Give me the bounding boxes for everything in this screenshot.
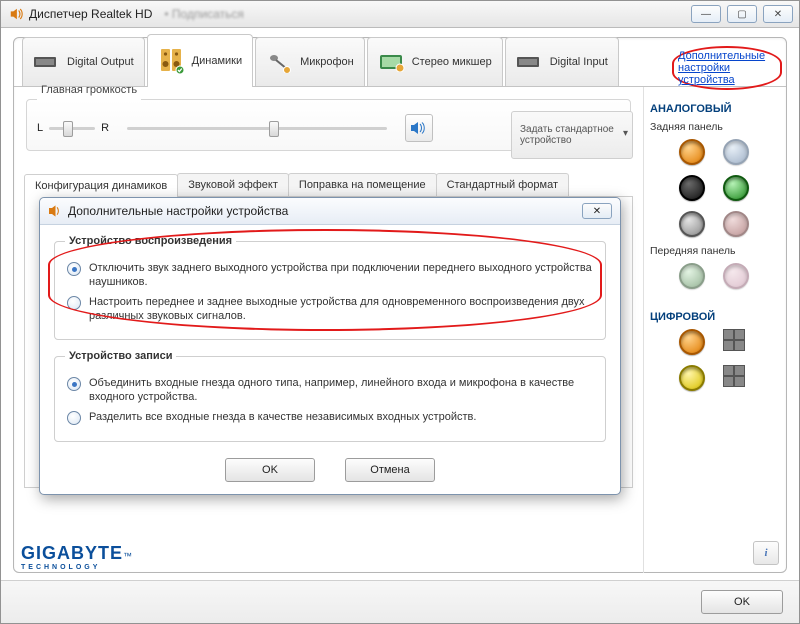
device-tabstrip: Digital Output Динамики Микрофон Стерео …: [14, 38, 786, 87]
subtab-room[interactable]: Поправка на помещение: [288, 173, 437, 196]
tab-digital-input[interactable]: Digital Input: [505, 37, 619, 86]
recording-option-tie[interactable]: Объединить входные гнезда одного типа, н…: [67, 376, 593, 404]
close-button[interactable]: ✕: [763, 5, 793, 23]
recording-group: Устройство записи Объединить входные гне…: [54, 350, 606, 442]
tab-label: Динамики: [192, 55, 242, 67]
speaker-subtabs: Конфигурация динамиков Звуковой эффект П…: [24, 173, 633, 197]
balance-control[interactable]: L R: [37, 121, 109, 135]
info-button[interactable]: i: [753, 541, 779, 565]
side-panel: АНАЛОГОВЫЙ Задняя панель Передняя панель…: [643, 87, 786, 573]
microphone-icon: [266, 51, 294, 73]
digital-header: ЦИФРОВОЙ: [650, 311, 780, 323]
front-panel-label: Передняя панель: [650, 245, 780, 257]
red-circle-annotation: Дополнительные настройки устройства: [672, 46, 782, 90]
recording-legend: Устройство записи: [65, 350, 176, 362]
jack-gray[interactable]: [679, 211, 705, 237]
mixer-icon: [378, 51, 406, 73]
option-label: Разделить все входные гнезда в качестве …: [89, 410, 476, 424]
app-window: Диспетчер Realtek HD • Подписаться — ▢ ✕…: [0, 0, 800, 624]
right-label: R: [101, 122, 109, 134]
tab-stereo-mix[interactable]: Стерео микшер: [367, 37, 503, 86]
subtab-effect[interactable]: Звуковой эффект: [177, 173, 289, 196]
tab-microphone[interactable]: Микрофон: [255, 37, 365, 86]
tab-label: Стерео микшер: [412, 56, 492, 68]
maximize-button[interactable]: ▢: [727, 5, 757, 23]
balance-slider[interactable]: [49, 121, 95, 135]
minimize-button[interactable]: —: [691, 5, 721, 23]
playback-group: Устройство воспроизведения Отключить зву…: [54, 235, 606, 340]
jack-optical-in[interactable]: [723, 365, 745, 387]
tab-digital-output[interactable]: Digital Output: [22, 37, 145, 86]
dialog-titlebar: Дополнительные настройки устройства ✕: [40, 198, 620, 225]
jack-spdif-in[interactable]: [679, 365, 705, 391]
brand-logo: GIGABYTE™ TECHNOLOGY: [21, 543, 133, 571]
titlebar: Диспетчер Realtek HD • Подписаться — ▢ ✕: [1, 1, 799, 28]
dialog-close-button[interactable]: ✕: [582, 203, 612, 219]
speaker-icon: [48, 204, 62, 218]
left-label: L: [37, 122, 43, 134]
radio-icon: [67, 377, 81, 391]
jack-red[interactable]: [723, 211, 749, 237]
device-icon: [33, 51, 61, 73]
jack-green[interactable]: [723, 175, 749, 201]
radio-icon: [67, 411, 81, 425]
jack-orange[interactable]: [679, 139, 705, 165]
mute-button[interactable]: [405, 114, 433, 142]
device-icon: [516, 51, 544, 73]
dialog-cancel-button[interactable]: Отмена: [345, 458, 435, 482]
window-title: Диспетчер Realtek HD: [29, 7, 152, 21]
playback-option-dual-stream[interactable]: Настроить переднее и заднее выходные уст…: [67, 295, 593, 323]
digital-jacks: [650, 329, 780, 391]
speaker-icon: [410, 120, 428, 136]
option-label: Отключить звук заднего выходного устройс…: [89, 261, 593, 289]
main-ok-button[interactable]: OK: [701, 590, 783, 614]
option-label: Объединить входные гнезда одного типа, н…: [89, 376, 593, 404]
button-label: Задать стандартное устройство: [520, 124, 618, 146]
tab-label: Digital Input: [550, 56, 608, 68]
advanced-settings-link[interactable]: Дополнительные настройки устройства: [678, 50, 765, 86]
subtab-config[interactable]: Конфигурация динамиков: [24, 174, 178, 197]
tab-label: Микрофон: [300, 56, 354, 68]
jack-front-pink[interactable]: [723, 263, 749, 289]
jack-optical-out[interactable]: [723, 329, 745, 351]
rear-jacks: [650, 139, 780, 237]
volume-slider[interactable]: [127, 121, 387, 135]
option-label: Настроить переднее и заднее выходные уст…: [89, 295, 593, 323]
dialog-ok-button[interactable]: OK: [225, 458, 315, 482]
jack-front-green[interactable]: [679, 263, 705, 289]
recording-option-separate[interactable]: Разделить все входные гнезда в качестве …: [67, 410, 593, 425]
footer: OK: [1, 580, 799, 623]
jack-spdif-out[interactable]: [679, 329, 705, 355]
front-jacks: [650, 263, 780, 289]
set-default-device-button[interactable]: Задать стандартное устройство: [511, 111, 633, 159]
advanced-settings-dialog: Дополнительные настройки устройства ✕ Ус…: [39, 197, 621, 495]
advanced-settings-link-wrap: Дополнительные настройки устройства: [672, 46, 782, 90]
analog-header: АНАЛОГОВЫЙ: [650, 103, 780, 115]
dialog-title: Дополнительные настройки устройства: [68, 204, 288, 218]
playback-legend: Устройство воспроизведения: [65, 235, 236, 247]
tab-label: Digital Output: [67, 56, 134, 68]
blurred-text: • Подписаться: [164, 7, 243, 21]
tab-speakers[interactable]: Динамики: [147, 34, 253, 87]
playback-option-mute-rear[interactable]: Отключить звук заднего выходного устройс…: [67, 261, 593, 289]
rear-panel-label: Задняя панель: [650, 121, 780, 133]
jack-black[interactable]: [679, 175, 705, 201]
radio-icon: [67, 296, 81, 310]
radio-icon: [67, 262, 81, 276]
subtab-format[interactable]: Стандартный формат: [436, 173, 569, 196]
speaker-icon: [9, 7, 23, 21]
jack-blue[interactable]: [723, 139, 749, 165]
speakers-icon: [158, 50, 186, 72]
